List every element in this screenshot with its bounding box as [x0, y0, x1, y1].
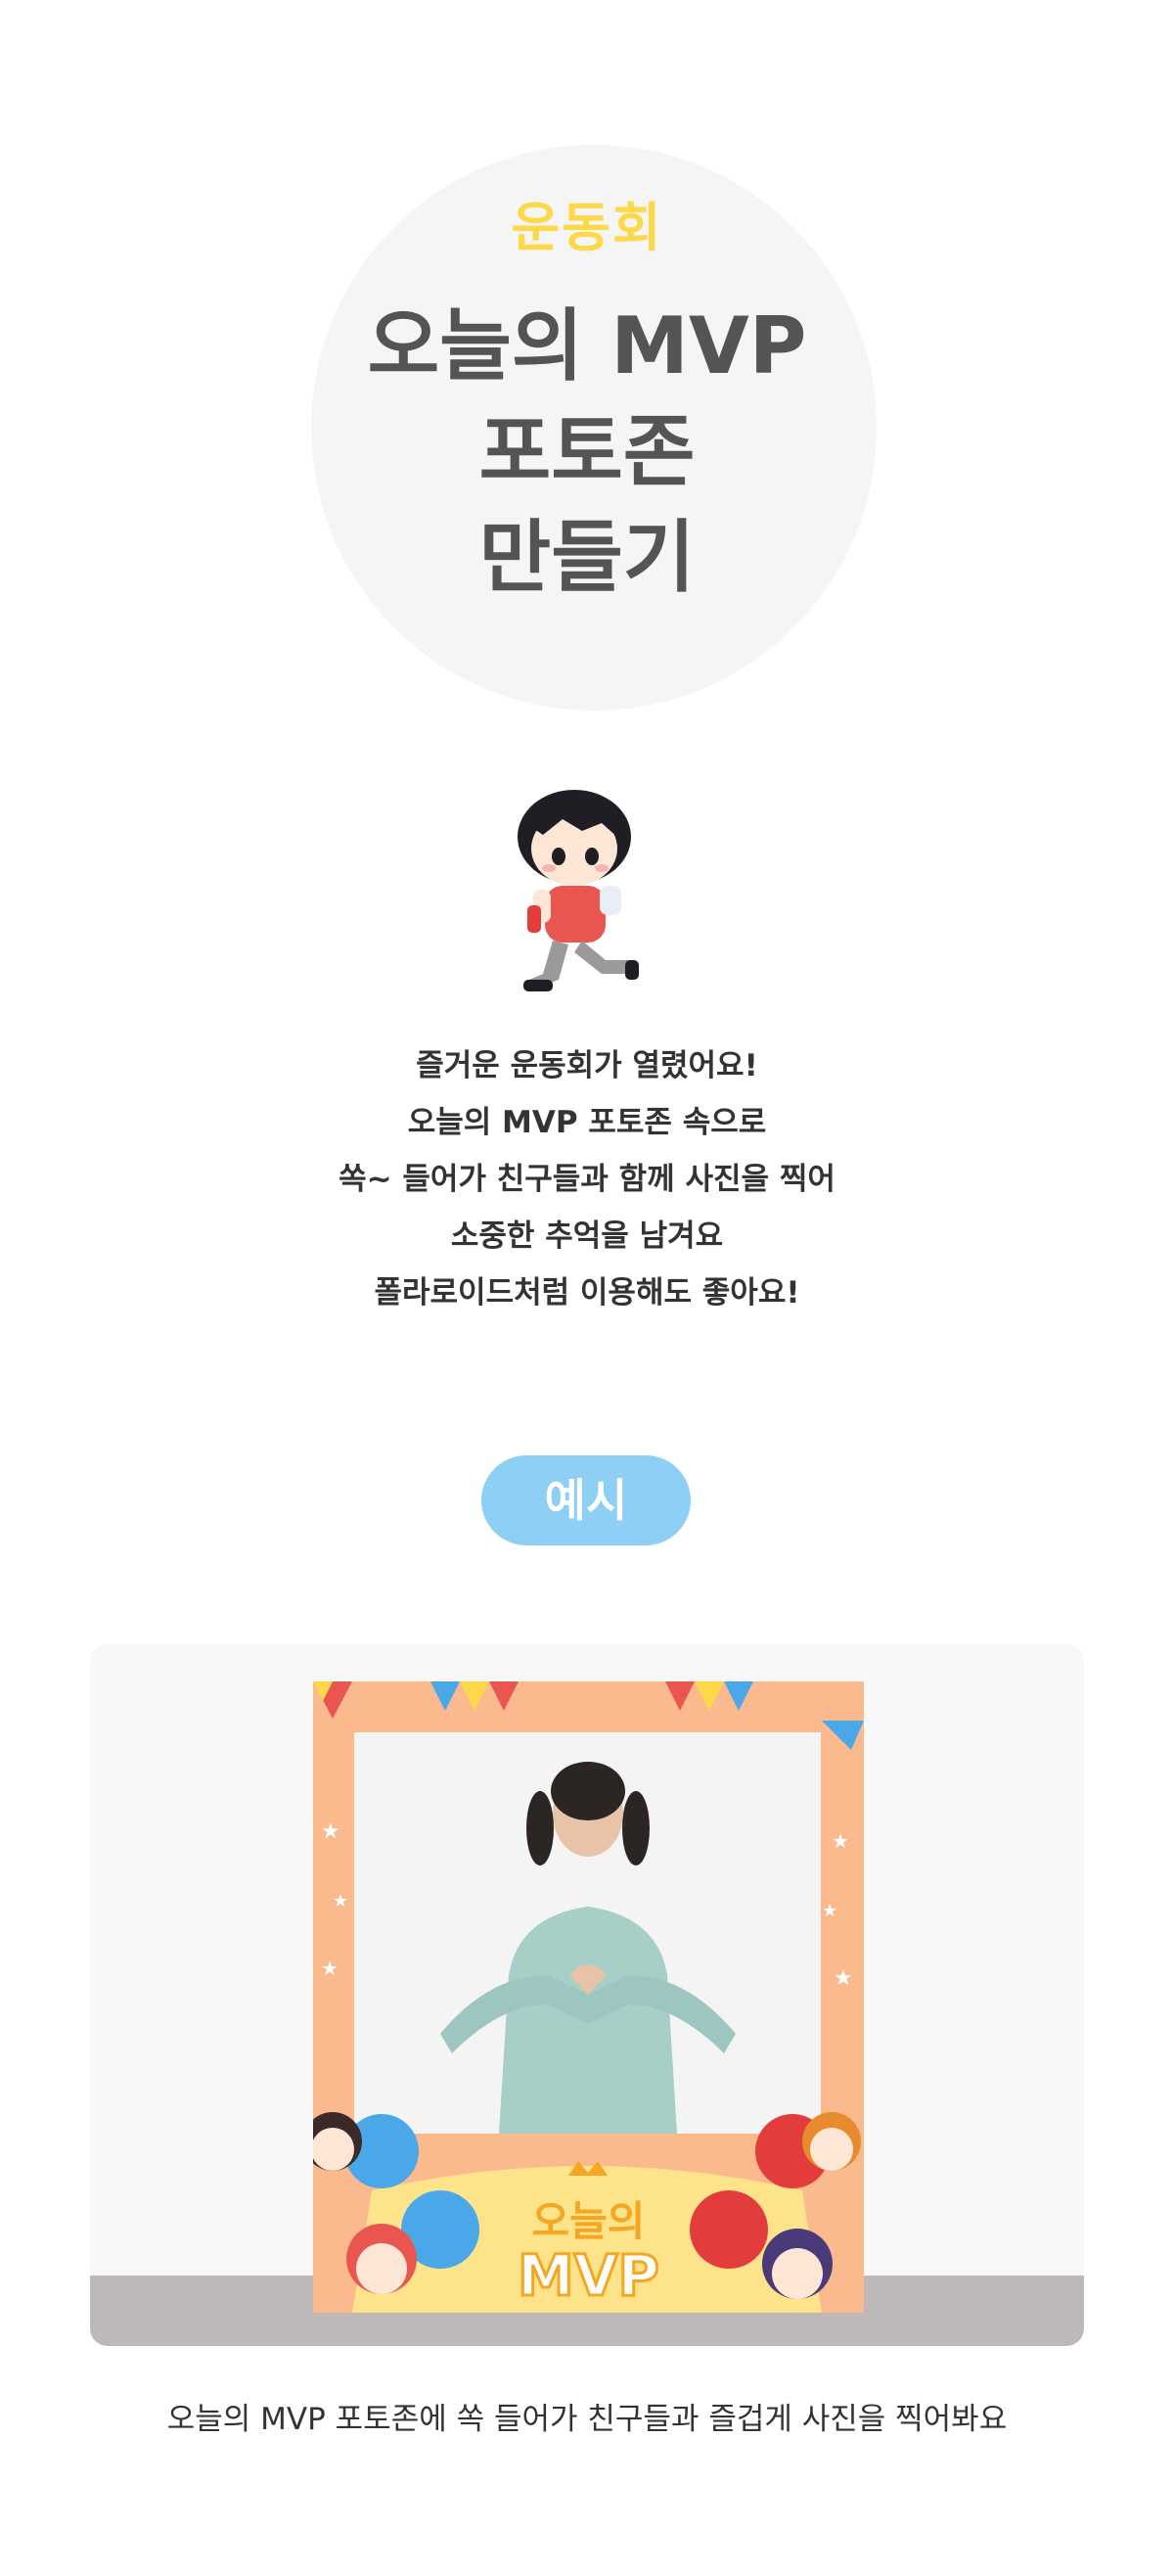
- running-kid-illustration: [518, 790, 639, 991]
- svg-text:★: ★: [321, 1819, 340, 1844]
- description: 즐거운 운동회가 열렸어요! 오늘의 MVP 포토존 속으로 쏙~ 들어가 친구…: [0, 1037, 1174, 1321]
- hero-title-line-1: 오늘의 MVP: [367, 300, 807, 391]
- description-line-1: 즐거운 운동회가 열렸어요!: [416, 1048, 758, 1083]
- description-line-5: 폴라로이드처럼 이용해도 좋아요!: [374, 1275, 800, 1311]
- frame-badge-top: 오늘의: [531, 2197, 646, 2245]
- description-line-4: 소중한 추억을 남겨요: [450, 1219, 724, 1254]
- hero-title: 오늘의 MVP 포토존 만들기: [0, 294, 1174, 611]
- hero-title-line-2: 포토존: [478, 406, 696, 497]
- description-line-3: 쏙~ 들어가 친구들과 함께 사진을 찍어: [339, 1162, 835, 1197]
- svg-text:★: ★: [834, 1966, 853, 1991]
- svg-text:★: ★: [333, 1891, 348, 1911]
- example-panel: ★ ★ ★ ★ ★ ★ 오늘의 MVP: [90, 1644, 1084, 2346]
- hero-subtitle: 운동회: [511, 197, 663, 258]
- svg-text:★: ★: [321, 1956, 339, 1980]
- svg-text:★: ★: [822, 1901, 837, 1921]
- hero-title-line-3: 만들기: [478, 512, 696, 603]
- example-badge: 예시: [481, 1455, 691, 1545]
- frame-badge-bottom: MVP: [516, 2242, 660, 2309]
- svg-text:★: ★: [832, 1829, 849, 1853]
- frame-badge: 오늘의 MVP: [313, 2197, 864, 2309]
- description-line-2: 오늘의 MVP 포토존 속으로: [407, 1105, 767, 1140]
- example-caption: 오늘의 MVP 포토존에 쏙 들어가 친구들과 즐겁게 사진을 찍어봐요: [166, 2402, 1008, 2437]
